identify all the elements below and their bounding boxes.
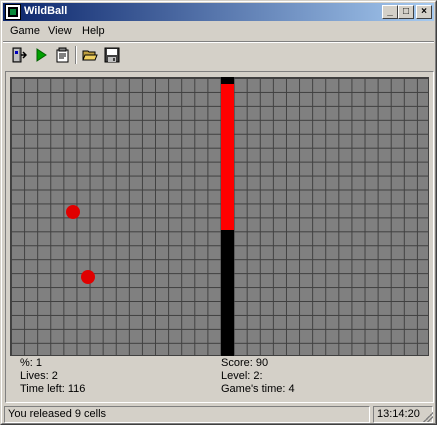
app-icon[interactable] bbox=[5, 4, 21, 20]
resize-grip[interactable] bbox=[423, 412, 433, 422]
minimize-button[interactable]: _ bbox=[382, 5, 398, 19]
menu-bar: Game View Help bbox=[3, 22, 434, 41]
exit-button[interactable] bbox=[9, 45, 29, 65]
growing-wall bbox=[221, 84, 234, 230]
window-title: WildBall bbox=[24, 5, 68, 17]
status-bar: You released 9 cells 13:14:20 bbox=[3, 405, 434, 423]
save-button[interactable] bbox=[102, 45, 122, 65]
percent-value: %: 1 bbox=[20, 357, 43, 369]
games-time-value: Game's time: 4 bbox=[221, 383, 295, 395]
level-value: Level: 2: bbox=[221, 370, 263, 382]
ball bbox=[81, 270, 95, 284]
menu-game[interactable]: Game bbox=[10, 25, 40, 37]
play-button[interactable] bbox=[31, 45, 51, 65]
properties-icon bbox=[56, 47, 69, 63]
toolbar bbox=[3, 43, 434, 69]
ball bbox=[66, 205, 80, 219]
maximize-button[interactable]: □ bbox=[398, 5, 414, 19]
time-left-value: Time left: 116 bbox=[20, 383, 86, 395]
app-window: WildBall _ □ × Game View Help %: 1 Lives… bbox=[0, 0, 437, 425]
score-value: Score: 90 bbox=[221, 357, 269, 369]
menu-view[interactable]: View bbox=[48, 25, 72, 37]
toolbar-divider bbox=[75, 46, 77, 64]
close-button[interactable]: × bbox=[416, 5, 432, 19]
open-button[interactable] bbox=[80, 45, 100, 65]
save-disk-icon bbox=[104, 47, 120, 63]
title-bar[interactable]: WildBall _ □ × bbox=[3, 3, 434, 21]
exit-door-icon bbox=[12, 47, 27, 63]
properties-button[interactable] bbox=[53, 45, 73, 65]
status-message: You released 9 cells bbox=[4, 406, 370, 423]
lives-value: Lives: 2 bbox=[20, 370, 58, 382]
play-icon bbox=[36, 48, 47, 62]
open-folder-icon bbox=[82, 50, 98, 61]
menu-help[interactable]: Help bbox=[82, 25, 105, 37]
